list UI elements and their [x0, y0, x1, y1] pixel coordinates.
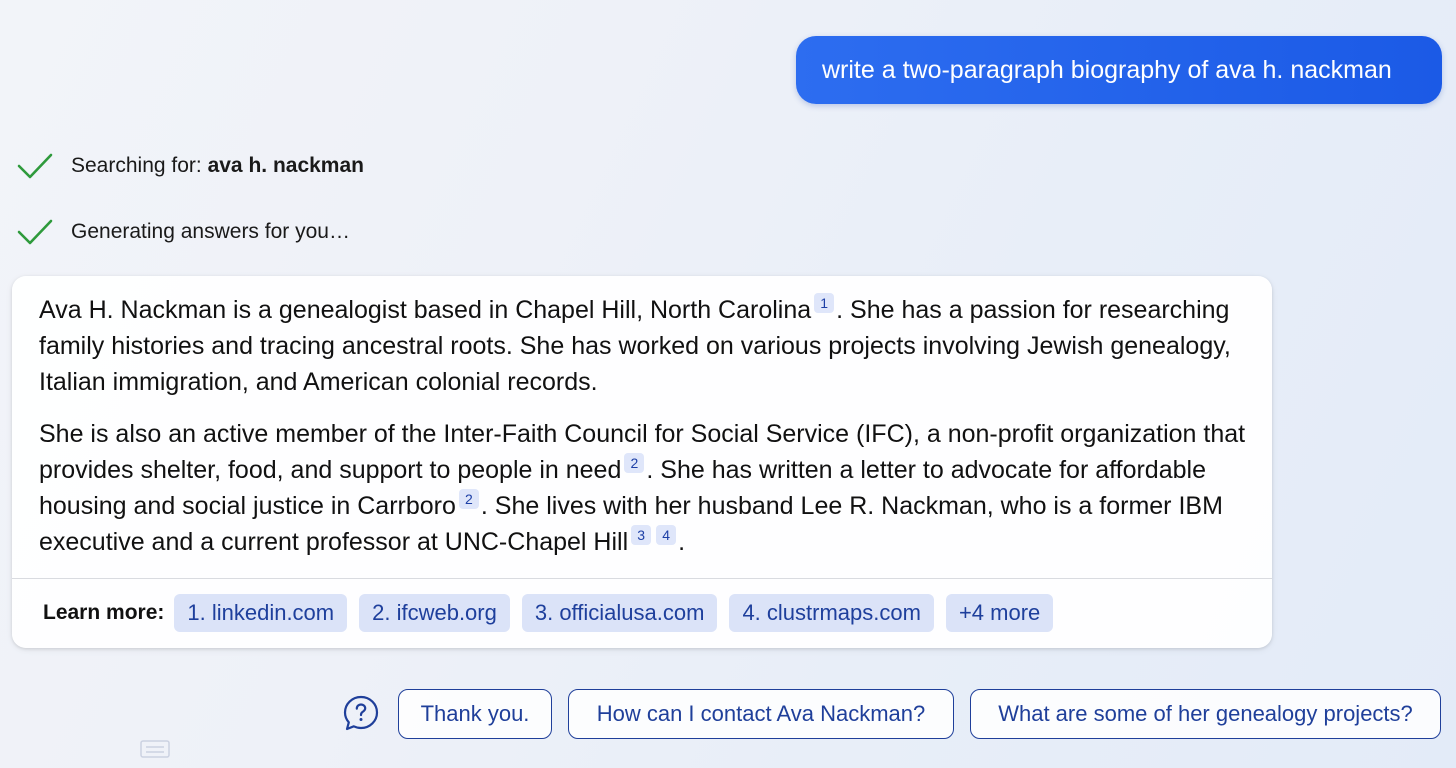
- status-text: Searching for: ava h. nackman: [71, 154, 364, 178]
- citation-badge[interactable]: 4: [656, 525, 677, 545]
- keyboard-icon: [140, 740, 170, 758]
- card-divider: [12, 578, 1272, 579]
- check-icon: [17, 219, 53, 245]
- suggestion-thank-you[interactable]: Thank you.: [398, 689, 552, 739]
- learn-more-row: Learn more: 1. linkedin.com 2. ifcweb.or…: [43, 594, 1065, 632]
- citation-badge[interactable]: 2: [624, 453, 645, 473]
- status-searching: Searching for: ava h. nackman: [16, 148, 364, 184]
- search-query: ava h. nackman: [207, 154, 364, 177]
- status-generating: Generating answers for you…: [16, 214, 350, 250]
- learn-more-label: Learn more:: [43, 601, 165, 624]
- status-text: Generating answers for you…: [71, 220, 350, 243]
- source-link-ifcweb[interactable]: 2. ifcweb.org: [359, 594, 510, 632]
- citation-badge[interactable]: 2: [458, 489, 479, 509]
- more-sources-button[interactable]: +4 more: [945, 594, 1054, 632]
- check-icon: [17, 153, 53, 179]
- citation-badge[interactable]: 1: [814, 293, 835, 313]
- user-message-text: write a two-paragraph biography of ava h…: [822, 55, 1392, 84]
- answer-text: .: [678, 528, 686, 556]
- status-prefix: Searching for:: [71, 154, 208, 177]
- suggestion-genealogy-projects[interactable]: What are some of her genealogy projects?: [970, 689, 1441, 739]
- answer-paragraph-2: She is also an active member of the Inte…: [39, 416, 1251, 560]
- source-link-linkedin[interactable]: 1. linkedin.com: [174, 594, 348, 632]
- source-link-clustrmaps[interactable]: 4. clustrmaps.com: [729, 594, 934, 632]
- answer-card: Ava H. Nackman is a genealogist based in…: [12, 276, 1272, 648]
- user-message-bubble: write a two-paragraph biography of ava h…: [796, 36, 1442, 104]
- suggestion-contact[interactable]: How can I contact Ava Nackman?: [568, 689, 954, 739]
- answer-body: Ava H. Nackman is a genealogist based in…: [39, 292, 1251, 560]
- source-link-officialusa[interactable]: 3. officialusa.com: [521, 594, 718, 632]
- answer-text: Ava H. Nackman is a genealogist based in…: [39, 296, 812, 324]
- question-bubble-icon[interactable]: [342, 694, 380, 732]
- citation-badge[interactable]: 3: [631, 525, 652, 545]
- answer-paragraph-1: Ava H. Nackman is a genealogist based in…: [39, 292, 1251, 400]
